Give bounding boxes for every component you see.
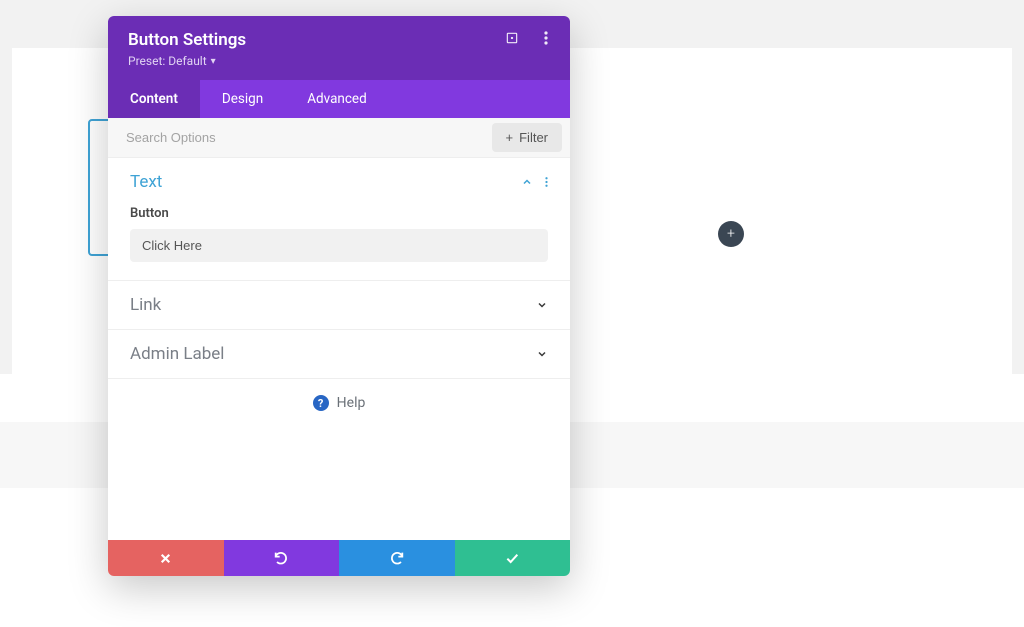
filter-label: Filter [519,130,548,145]
modal-title: Button Settings [128,30,550,50]
help-link[interactable]: ? Help [108,379,570,421]
section-link: Link [108,281,570,330]
kebab-menu-icon[interactable] [538,30,554,46]
modal-header-actions [504,30,554,46]
redo-button[interactable] [339,540,455,576]
check-icon [504,550,520,566]
section-text-content: Button [108,206,570,280]
section-admin-label-title: Admin Label [130,344,224,364]
expand-icon[interactable] [504,30,520,46]
plus-icon: + [506,130,514,145]
chevron-down-icon [536,299,548,311]
modal-footer [108,540,570,576]
section-text-title: Text [130,172,162,192]
section-text: Text Button [108,158,570,281]
section-admin-label-header[interactable]: Admin Label [108,330,570,378]
help-label: Help [337,395,366,411]
kebab-menu-icon[interactable] [545,176,548,188]
button-field-label: Button [130,206,548,221]
section-admin-label: Admin Label [108,330,570,379]
close-icon [159,552,172,565]
tab-design[interactable]: Design [200,80,285,118]
chevron-down-icon [536,348,548,360]
modal-body: Text Button Link [108,158,570,540]
search-input[interactable] [108,120,492,155]
search-row: + Filter [108,118,570,158]
section-link-title: Link [130,295,161,315]
cancel-button[interactable] [108,540,224,576]
modal-header: Button Settings Preset: Default ▾ [108,16,570,80]
save-button[interactable] [455,540,571,576]
tab-content[interactable]: Content [108,80,200,118]
filter-button[interactable]: + Filter [492,123,562,152]
undo-button[interactable] [224,540,340,576]
preset-dropdown[interactable]: Preset: Default ▾ [128,54,550,68]
undo-icon [273,550,289,566]
preset-label: Preset: Default [128,54,207,68]
button-text-input[interactable] [130,229,548,262]
settings-modal: Button Settings Preset: Default ▾ Conten… [108,16,570,576]
section-text-header[interactable]: Text [108,158,570,206]
caret-down-icon: ▾ [211,56,216,67]
add-module-button[interactable]: + [718,221,744,247]
tab-advanced[interactable]: Advanced [285,80,389,118]
plus-icon: + [727,226,735,242]
redo-icon [389,550,405,566]
tabs-bar: Content Design Advanced [108,80,570,118]
help-icon: ? [313,395,329,411]
chevron-up-icon [521,176,533,188]
section-link-header[interactable]: Link [108,281,570,329]
